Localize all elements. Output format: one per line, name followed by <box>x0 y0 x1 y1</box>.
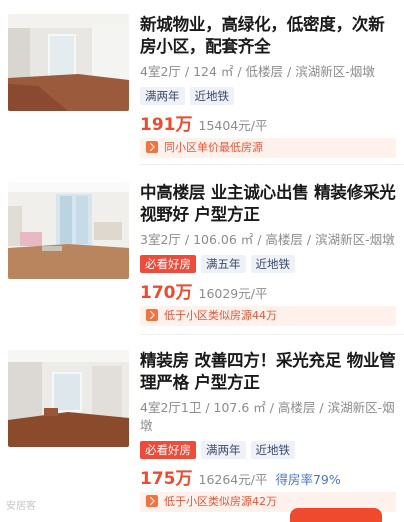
price-row: 175万 16264元/平 得房率79% <box>140 464 398 489</box>
total-price: 170万 <box>140 283 193 303</box>
tag-near-subway: 近地铁 <box>250 441 295 459</box>
price-row: 170万 16029元/平 <box>140 278 398 303</box>
total-price: 175万 <box>140 469 193 489</box>
room-photo-icon <box>8 14 129 111</box>
divider <box>140 334 404 335</box>
tag-near-subway: 近地铁 <box>250 255 295 273</box>
listing-tags: 满两年 近地铁 <box>140 85 398 105</box>
price-down-icon <box>146 141 158 153</box>
listing-meta: 4室2厅 / 124 ㎡ / 低楼层 / 滨湖新区-烟墩 <box>140 64 375 79</box>
listing-meta: 4室2厅1卫 / 107.6 ㎡ / 高楼层 / 滨湖新区-烟墩 <box>140 400 395 433</box>
tag-full-two-years: 满两年 <box>140 87 185 105</box>
price-notice-text: 同小区单价最低房源 <box>164 141 263 154</box>
tag-must-see: 必看好房 <box>140 255 196 273</box>
listing-title[interactable]: 新城物业，高绿化，低密度，次新房小区，配套齐全 <box>140 14 398 58</box>
price-down-icon <box>146 495 158 507</box>
tag-must-see: 必看好房 <box>140 441 196 459</box>
price-down-icon <box>146 309 158 321</box>
room-photo-icon <box>8 350 129 447</box>
listing-title[interactable]: 中高楼层 业主诚心出售 精装修采光视野好 户型方正 <box>140 182 398 226</box>
price-notice-text: 低于小区类似房源44万 <box>164 309 277 322</box>
listing-photo[interactable] <box>8 182 129 279</box>
listing-tags: 必看好房 满两年 近地铁 <box>140 439 398 459</box>
listing-photo[interactable] <box>8 350 129 447</box>
room-photo-icon <box>8 182 129 279</box>
total-price: 191万 <box>140 115 193 135</box>
tag-full-two-years: 满两年 <box>201 441 246 459</box>
efficiency-rate: 得房率79% <box>275 472 341 487</box>
tag-near-subway: 近地铁 <box>189 87 234 105</box>
price-notice: 同小区单价最低房源 <box>140 138 396 158</box>
unit-price: 16029元/平 <box>198 286 268 301</box>
unit-price: 15404元/平 <box>198 118 268 133</box>
listing-title[interactable]: 精装房 改善四方！采光充足 物业管理严格 户型方正 <box>140 350 398 394</box>
price-notice-text: 低于小区类似房源42万 <box>164 495 277 508</box>
listing-tags: 必看好房 满五年 近地铁 <box>140 253 398 273</box>
watermark: 安居客 <box>6 501 36 512</box>
floating-action-button[interactable] <box>290 508 382 522</box>
price-row: 191万 15404元/平 <box>140 110 398 135</box>
divider <box>140 164 404 165</box>
tag-full-five-years: 满五年 <box>201 255 246 273</box>
listing-photo[interactable] <box>8 14 129 111</box>
listing-meta: 3室2厅 / 106.06 ㎡ / 高楼层 / 滨湖新区-烟墩 <box>140 232 395 247</box>
unit-price: 16264元/平 <box>198 472 268 487</box>
price-notice: 低于小区类似房源44万 <box>140 306 396 326</box>
